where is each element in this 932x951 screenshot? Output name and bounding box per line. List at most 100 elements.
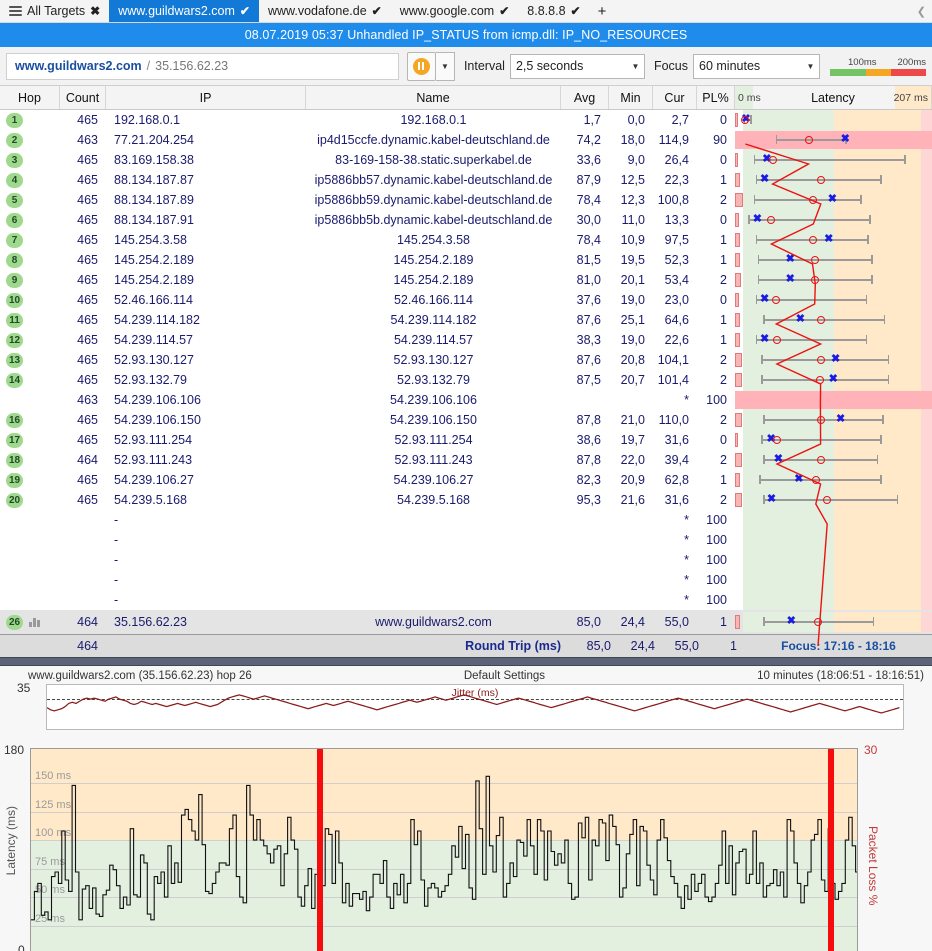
latency-graph-cell[interactable] [735, 590, 932, 610]
min-cell: 19,0 [620, 293, 645, 307]
latency-graph-cell[interactable] [735, 550, 932, 570]
tab-vodafone[interactable]: www.vodafone.de ✔ [258, 0, 391, 22]
latency-min-cap [763, 415, 765, 424]
table-row[interactable]: - * 100 [0, 510, 932, 530]
latency-graph-cell[interactable]: ✖ [735, 190, 932, 210]
tab-label: www.google.com [399, 4, 495, 18]
latency-graph-cell[interactable]: ✖ [735, 170, 932, 190]
latency-graph-cell[interactable]: ✖ [735, 410, 932, 430]
add-tab-button[interactable]: + [590, 0, 615, 22]
table-row[interactable]: 12 465 54.239.114.57 54.239.114.57 38,3 19,0 2… [0, 330, 932, 350]
latency-graph-cell[interactable]: ✖ [735, 490, 932, 510]
latency-graph-cell[interactable] [735, 570, 932, 590]
latency-graph-cell[interactable]: ✖ [735, 270, 932, 290]
table-row[interactable]: 5 465 88.134.187.89 ip5886bb59.dynamic.kabe… [0, 190, 932, 210]
table-row[interactable]: 17 465 52.93.111.254 52.93.111.254 38,6 19,7 3… [0, 430, 932, 450]
tab-overflow-chevron-left-icon[interactable]: ❮ [917, 0, 932, 22]
latency-graph-cell[interactable] [735, 510, 932, 530]
latency-min-cap [761, 435, 763, 444]
table-row[interactable]: 18 464 52.93.111.243 52.93.111.243 87,8 22,0 3… [0, 450, 932, 470]
table-row[interactable]: - * 100 [0, 550, 932, 570]
latency-graph-cell[interactable]: ✖ [735, 290, 932, 310]
table-row[interactable]: 19 465 54.239.106.27 54.239.106.27 82,3 20,9 6… [0, 470, 932, 490]
latency-min-cap [753, 155, 756, 164]
table-row[interactable]: 9 465 145.254.2.189 145.254.2.189 81,0 20,1 53… [0, 270, 932, 290]
jitter-chart[interactable]: 35 Jitter (ms) [17, 681, 904, 730]
col-header-ip[interactable]: IP [106, 86, 306, 109]
latency-range-bar [761, 379, 888, 381]
current-latency-marker [816, 455, 825, 464]
table-row[interactable]: 20 465 54.239.5.168 54.239.5.168 95,3 21,6 31,… [0, 490, 932, 510]
table-row[interactable]: 8 465 145.254.2.189 145.254.2.189 81,5 19,5 52… [0, 250, 932, 270]
table-row[interactable]: 7 465 145.254.3.58 145.254.3.58 78,4 10,9 97,5… [0, 230, 932, 250]
close-icon[interactable]: ✖ [90, 4, 100, 18]
min-cell: 25,1 [620, 313, 645, 327]
alert-banner[interactable]: 08.07.2019 05:37 Unhandled IP_STATUS fro… [0, 23, 932, 47]
interval-select[interactable]: 2,5 seconds ▼ [509, 53, 645, 79]
table-row[interactable]: 463 54.239.106.106 54.239.106.106 * 100 [0, 390, 932, 410]
avg-cell: 87,8 [576, 453, 601, 467]
latency-graph-cell[interactable]: ✖ [735, 350, 932, 370]
tab-dns[interactable]: 8.8.8.8 ✔ [518, 0, 590, 22]
focus-select[interactable]: 60 minutes ▼ [693, 53, 820, 79]
col-header-pl[interactable]: PL% [697, 86, 735, 109]
latency-graph-cell[interactable]: ✖ [735, 310, 932, 330]
count-cell: 465 [77, 353, 98, 367]
table-row[interactable]: 14 465 52.93.132.79 52.93.132.79 87,5 20,7 101… [0, 370, 932, 390]
latency-graph-cell[interactable]: ✖ [735, 470, 932, 490]
bar-chart-icon[interactable] [29, 617, 40, 627]
current-latency-marker [773, 435, 782, 444]
table-row[interactable]: 13 465 52.93.130.127 52.93.130.127 87,6 20,8 1… [0, 350, 932, 370]
focus-end-marker[interactable] [827, 749, 834, 951]
latency-graph-cell[interactable]: ✖ [735, 230, 932, 250]
latency-graph-cell[interactable]: ✖ [735, 150, 932, 170]
target-field[interactable]: www.guildwars2.com / 35.156.62.23 [6, 52, 399, 80]
col-header-name[interactable]: Name [306, 86, 561, 109]
tab-google[interactable]: www.google.com ✔ [390, 0, 519, 22]
col-header-hop[interactable]: Hop [0, 86, 60, 109]
col-header-min[interactable]: Min [609, 86, 653, 109]
table-header: Hop Count IP Name Avg Min Cur PL% 0 ms L… [0, 86, 932, 110]
col-header-latency[interactable]: 0 ms Latency 207 ms [735, 86, 932, 109]
table-row[interactable]: - * 100 [0, 590, 932, 610]
table-row[interactable]: - * 100 [0, 570, 932, 590]
latency-graph-cell[interactable]: ✖ [735, 450, 932, 470]
col-header-avg[interactable]: Avg [561, 86, 609, 109]
tab-guildwars2[interactable]: www.guildwars2.com ✔ [109, 0, 259, 22]
table-row[interactable]: - * 100 [0, 530, 932, 550]
hamburger-icon[interactable] [9, 4, 22, 18]
table-row[interactable]: 3 465 83.169.158.38 83-169-158-38.static.su… [0, 150, 932, 170]
latency-graph-cell[interactable]: ✖ [735, 370, 932, 390]
latency-graph-cell[interactable]: ✖ [735, 210, 932, 230]
col-header-cur[interactable]: Cur [653, 86, 697, 109]
latency-warn-band [833, 110, 922, 130]
table-row[interactable]: 2 463 77.21.204.254 ip4d15ccfe.dynamic.kabe… [0, 130, 932, 150]
latency-graph-cell[interactable] [735, 390, 932, 410]
table-row[interactable]: 1 465 192.168.0.1 192.168.0.1 1,7 0,0 2,7 0 ✖ [0, 110, 932, 130]
latency-graph-cell[interactable]: ✖ [735, 250, 932, 270]
table-row[interactable]: 10 465 52.46.166.114 52.46.166.114 37,6 19,0 2… [0, 290, 932, 310]
table-row[interactable]: 11 465 54.239.114.182 54.239.114.182 87,6 25,… [0, 310, 932, 330]
pause-button[interactable] [406, 51, 436, 81]
all-targets-tab[interactable]: All Targets ✖ [0, 0, 110, 22]
latency-max-cap [880, 435, 882, 444]
bottom-header-settings[interactable]: Default Settings [252, 670, 757, 682]
latency-graph-cell[interactable]: ✖ [735, 330, 932, 350]
table-row[interactable]: 16 465 54.239.106.150 54.239.106.150 87,8 21,… [0, 410, 932, 430]
latency-graph-cell[interactable]: ✖ [735, 612, 932, 632]
table-row[interactable]: 6 465 88.134.187.91 ip5886bb5b.dynamic.kabe… [0, 210, 932, 230]
panel-splitter[interactable] [0, 657, 932, 666]
pause-dropdown-button[interactable]: ▼ [435, 51, 455, 81]
latency-graph-cell[interactable]: ✖ [735, 430, 932, 450]
latency-graph-cell[interactable] [735, 530, 932, 550]
latency-graph-cell[interactable]: ✖ [735, 130, 932, 150]
latency-loss-chart[interactable]: 180 30 0 Latency (ms) Packet Loss % 150 … [0, 730, 932, 951]
focus-start-marker[interactable] [316, 749, 323, 951]
col-header-count[interactable]: Count [60, 86, 106, 109]
final-hop-row[interactable]: 26 464 35.156.62.23 www.guildwars2.com 8… [0, 610, 932, 634]
plot-area[interactable]: 150 ms 125 ms 100 ms 75 ms 50 ms 25 ms [30, 748, 858, 951]
ip-cell: - [114, 513, 119, 527]
table-row[interactable]: 4 465 88.134.187.87 ip5886bb57.dynamic.kabe… [0, 170, 932, 190]
latency-graph-cell[interactable]: ✖ [735, 110, 932, 130]
latency-bad-band [921, 270, 932, 290]
